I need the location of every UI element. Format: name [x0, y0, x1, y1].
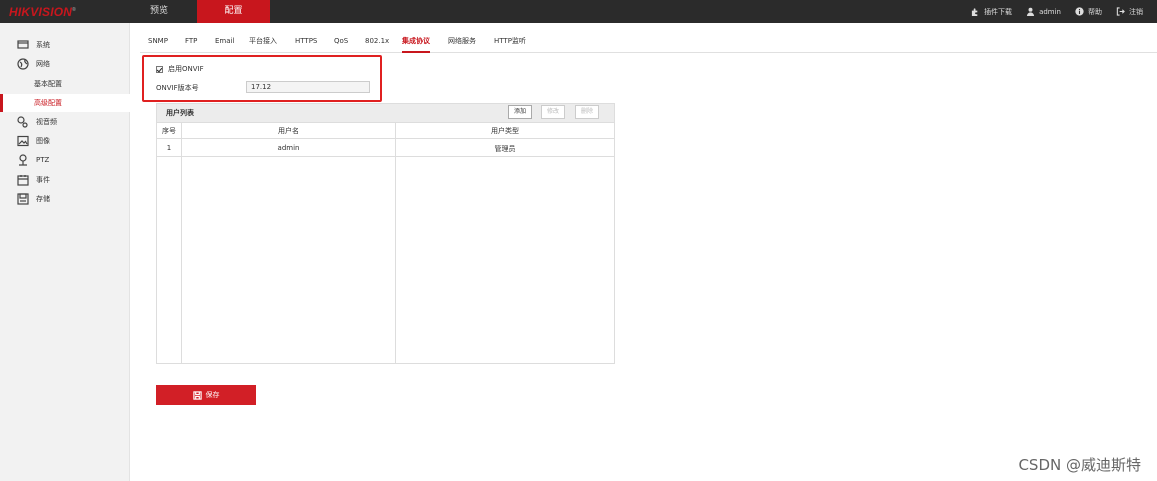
- table-divider: [395, 122, 396, 363]
- monitor-icon: [17, 40, 29, 49]
- table-row-index[interactable]: 1: [157, 144, 181, 152]
- user-icon: [1026, 7, 1035, 16]
- sidebar-item-image[interactable]: 图像: [0, 132, 130, 150]
- sidebar-item-video-audio[interactable]: 视音频: [0, 113, 130, 131]
- table-divider: [157, 156, 614, 157]
- sub-tabs: SNMP FTP Email 平台接入 HTTPS QoS 802.1x 集成协…: [140, 30, 1157, 53]
- sidebar-item-event[interactable]: 事件: [0, 171, 130, 189]
- floppy-disk-icon: [192, 390, 202, 400]
- nav-tab-preview[interactable]: 预览: [130, 0, 188, 23]
- user-menu[interactable]: admin: [1026, 7, 1061, 16]
- tab-snmp[interactable]: SNMP: [148, 30, 168, 53]
- sidebar-item-network[interactable]: 网络: [0, 55, 130, 73]
- tab-platform-access[interactable]: 平台接入: [249, 30, 277, 53]
- delete-user-button[interactable]: 删除: [575, 105, 599, 119]
- modify-user-button[interactable]: 修改: [541, 105, 565, 119]
- user-list-title: 用户列表: [166, 109, 194, 117]
- help-link[interactable]: 帮助: [1075, 7, 1102, 17]
- storage-icon: [17, 193, 29, 205]
- info-icon: [1075, 7, 1084, 16]
- brand-logo: HIKVISION®: [9, 5, 77, 19]
- sidebar: 系统 网络 基本配置 高级配置 视音频 图像 PTZ 事件 存储: [0, 23, 130, 481]
- tab-integration-protocol[interactable]: 集成协议: [402, 30, 430, 53]
- ptz-icon: [19, 154, 27, 166]
- add-user-button[interactable]: 添加: [508, 105, 532, 119]
- tab-network-service[interactable]: 网络服务: [448, 30, 476, 53]
- table-row-user-type[interactable]: 管理员: [396, 144, 614, 154]
- top-bar: HIKVISION® 预览 配置 插件下载 admin 帮助 注销: [0, 0, 1157, 23]
- tab-http-listening[interactable]: HTTP监听: [494, 30, 526, 53]
- nav-tab-config[interactable]: 配置: [197, 0, 270, 23]
- sidebar-item-ptz[interactable]: PTZ: [0, 151, 130, 169]
- column-header-index: 序号: [162, 127, 176, 135]
- table-row-username[interactable]: admin: [182, 144, 395, 152]
- tab-8021x[interactable]: 802.1x: [365, 30, 389, 53]
- camera-icon: [17, 116, 28, 128]
- column-header-username: 用户名: [278, 127, 299, 135]
- plugin-download-link[interactable]: 插件下载: [971, 7, 1012, 17]
- tab-ftp[interactable]: FTP: [185, 30, 197, 53]
- user-list-header: 用户列表 添加 修改 删除: [157, 104, 614, 122]
- globe-icon: [17, 58, 29, 70]
- calendar-icon: [17, 175, 29, 186]
- column-header-user-type: 用户类型: [491, 127, 519, 135]
- sidebar-item-advanced-config[interactable]: 高级配置: [0, 94, 130, 112]
- sidebar-item-system[interactable]: 系统: [0, 36, 130, 54]
- enable-onvif-label: 启用ONVIF: [168, 65, 204, 73]
- user-list-panel: 用户列表 添加 修改 删除 序号 用户名 用户类型 1 admin 管理员: [156, 103, 615, 364]
- onvif-version-field: 17.12: [246, 81, 370, 93]
- tab-qos[interactable]: QoS: [334, 30, 348, 53]
- puzzle-icon: [971, 8, 978, 16]
- sidebar-item-basic-config[interactable]: 基本配置: [0, 75, 130, 93]
- sidebar-item-storage[interactable]: 存储: [0, 190, 130, 208]
- watermark: CSDN @威迪斯特: [1018, 456, 1141, 474]
- table-divider: [181, 122, 182, 363]
- onvif-version-label: ONVIF版本号: [156, 84, 199, 92]
- save-button[interactable]: 保存: [156, 385, 256, 405]
- image-icon: [17, 135, 29, 147]
- enable-onvif-checkbox[interactable]: [156, 66, 163, 73]
- onvif-highlight-box: [142, 55, 382, 102]
- logout-icon: [1116, 7, 1125, 16]
- table-divider: [157, 122, 614, 123]
- logout-link[interactable]: 注销: [1116, 7, 1143, 17]
- tab-https[interactable]: HTTPS: [295, 30, 317, 53]
- table-divider: [157, 138, 614, 139]
- tab-email[interactable]: Email: [215, 30, 234, 53]
